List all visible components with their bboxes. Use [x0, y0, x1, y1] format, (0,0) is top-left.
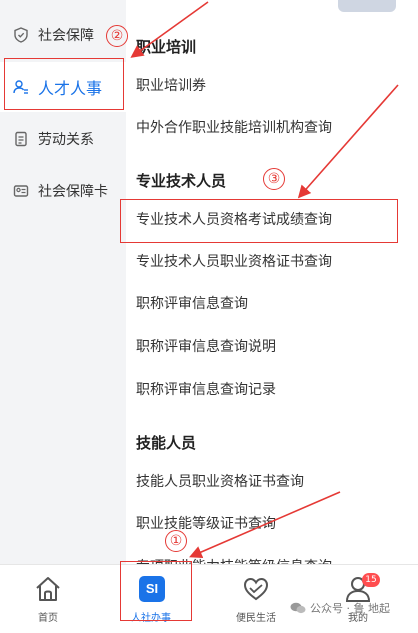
heart-hands-icon	[243, 577, 269, 601]
wechat-icon	[290, 602, 306, 614]
annotation-number-3: ③	[263, 168, 285, 190]
sidebar-item-label: 社会保障	[38, 28, 94, 44]
tab-home[interactable]: 首页	[8, 565, 88, 633]
notification-badge: 15	[362, 573, 380, 587]
bottom-tab-bar: 首页 SI 人社办事 便民生活 15 我的	[0, 564, 418, 632]
tab-convenience-life[interactable]: 便民生活	[216, 565, 296, 633]
section-title-vocational-training: 职业培训	[136, 38, 197, 56]
id-card-icon	[12, 182, 30, 200]
list-item[interactable]: 职称评审信息查询记录	[136, 378, 406, 402]
shield-check-icon	[12, 26, 30, 44]
annotation-box-sidebar	[4, 58, 124, 110]
document-icon	[12, 130, 30, 148]
section-title-skilled-personnel: 技能人员	[136, 434, 197, 452]
service-list: 职业培训 职业培训券 中外合作职业技能培训机构查询 专业技术人员 专业技术人员资…	[126, 20, 418, 564]
annotation-box-list-item	[120, 199, 398, 243]
tab-label: 便民生活	[236, 613, 276, 624]
list-item[interactable]: 职业培训券	[136, 74, 406, 98]
tab-mine[interactable]: 15 我的	[318, 565, 398, 633]
sidebar-item-social-security-card[interactable]: 社会保障卡	[0, 166, 126, 216]
annotation-number-1: ①	[165, 530, 187, 552]
list-item[interactable]: 技能人员职业资格证书查询	[136, 470, 406, 494]
list-item[interactable]: 职称评审信息查询	[136, 292, 406, 316]
list-item[interactable]: 专业技术人员职业资格证书查询	[136, 250, 406, 274]
tab-label: 首页	[38, 613, 58, 624]
sidebar-item-label: 社会保障卡	[38, 184, 108, 200]
top-banner	[126, 0, 418, 20]
list-item[interactable]: 职称评审信息查询说明	[136, 335, 406, 359]
sidebar-item-labor-relations[interactable]: 劳动关系	[0, 114, 126, 164]
banner-image	[338, 0, 396, 12]
annotation-box-tab	[120, 561, 192, 621]
section-title-professional-technical: 专业技术人员	[136, 172, 227, 190]
watermark-text: 公众号 · 鲁 地起	[310, 602, 390, 615]
watermark: 公众号 · 鲁 地起	[290, 600, 390, 616]
app-screen: 社会保障 人才人事 劳动关系 社会保障卡 职业培训 职业培训券 中外合作职业技能…	[0, 0, 418, 632]
sidebar-item-label: 劳动关系	[38, 132, 94, 148]
annotation-number-2: ②	[106, 25, 128, 47]
list-item[interactable]: 中外合作职业技能培训机构查询	[136, 116, 406, 140]
home-icon	[36, 577, 60, 601]
